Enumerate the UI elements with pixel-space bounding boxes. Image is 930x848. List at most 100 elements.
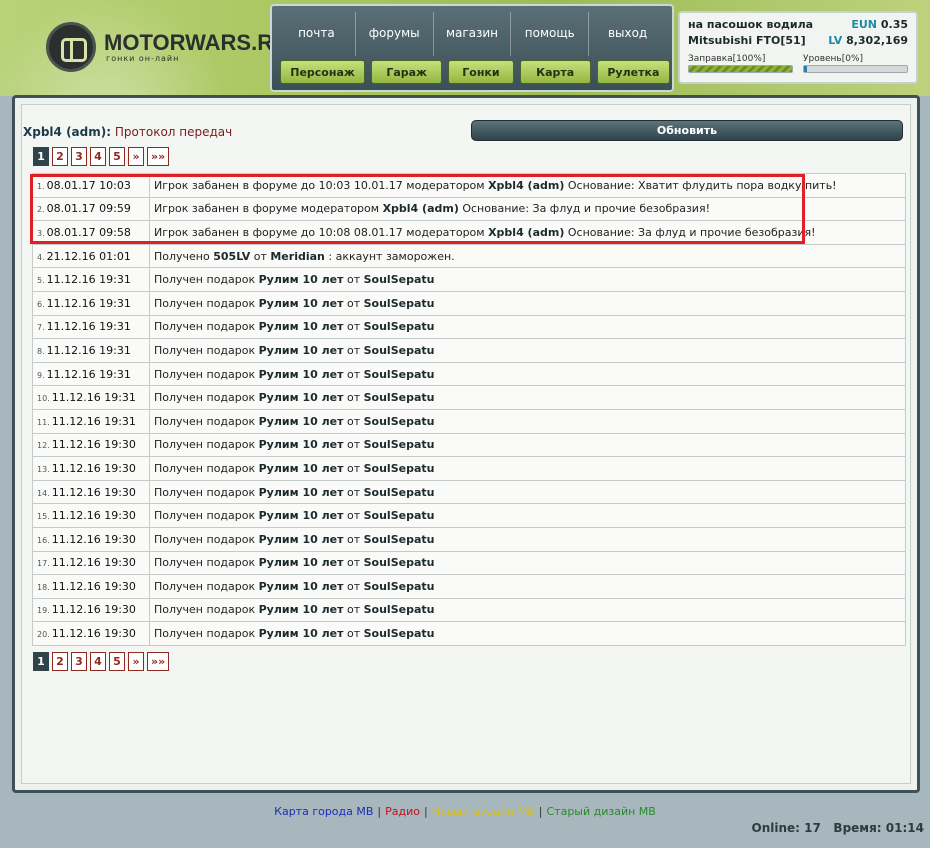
page-3-link[interactable]: 3 <box>71 147 87 166</box>
log-entity[interactable]: SoulSepatu <box>364 533 435 546</box>
player-name[interactable]: на пасошок водила <box>688 18 813 34</box>
log-entity[interactable]: Рулим 10 лет <box>259 533 344 546</box>
menu-forums[interactable]: форумы <box>356 12 434 56</box>
log-entity[interactable]: SoulSepatu <box>364 462 435 475</box>
page-4-link[interactable]: 4 <box>90 652 106 671</box>
menu-logout[interactable]: выход <box>589 12 666 56</box>
log-text: Получено <box>154 249 214 263</box>
table-row: 1. 08.01.17 10:03 Игрок забанен в форуме д… <box>32 173 906 198</box>
row-number: 5. <box>37 276 45 286</box>
log-text: : аккаунт заморожен. <box>324 249 455 263</box>
log-date: 11.12.16 19:30 <box>51 485 136 499</box>
next-page-link[interactable]: » <box>128 147 144 166</box>
log-entity[interactable]: SoulSepatu <box>364 486 435 499</box>
log-message-cell: Получен подарок Рулим 10 лет от SoulSepa… <box>149 385 906 410</box>
log-text: Получен подарок <box>154 343 259 357</box>
time-label: Время: <box>833 821 882 835</box>
page-3-link[interactable]: 3 <box>71 652 87 671</box>
log-date: 08.01.17 10:03 <box>46 178 131 192</box>
log-entity[interactable]: Рулим 10 лет <box>259 556 344 569</box>
log-entity[interactable]: SoulSepatu <box>364 438 435 451</box>
log-entity[interactable]: 505LV <box>213 250 250 263</box>
log-date-cell: 2. 08.01.17 09:59 <box>32 196 150 222</box>
log-date-cell: 9. 11.12.16 19:31 <box>32 361 150 387</box>
page-2-link[interactable]: 2 <box>52 652 68 671</box>
log-entity[interactable]: SoulSepatu <box>364 556 435 569</box>
footer-link-city-map[interactable]: Карта города МВ <box>274 805 373 818</box>
row-number: 10. <box>37 394 50 404</box>
log-entity[interactable]: Рулим 10 лет <box>259 603 344 616</box>
next-page-link[interactable]: » <box>128 652 144 671</box>
log-date-cell: 14. 11.12.16 19:30 <box>32 479 150 505</box>
log-message-cell: Игрок забанен в форуме до 10:08 08.01.17… <box>149 220 906 245</box>
log-entity[interactable]: SoulSepatu <box>364 368 435 381</box>
log-entity[interactable]: Рулим 10 лет <box>259 415 344 428</box>
log-entity[interactable]: Рулим 10 лет <box>259 580 344 593</box>
row-number: 18. <box>37 582 50 592</box>
site-logo[interactable]: MOTORWARS.RU гонки он-лайн <box>46 22 289 72</box>
log-entity[interactable]: SoulSepatu <box>364 627 435 640</box>
footer-link-old-design[interactable]: Старый дизайн МВ <box>546 805 655 818</box>
page-5-link[interactable]: 5 <box>109 652 125 671</box>
lv-value: 8,302,169 <box>846 34 908 47</box>
last-page-link[interactable]: »» <box>147 652 170 671</box>
log-entity[interactable]: Рулим 10 лет <box>259 462 344 475</box>
page-4-link[interactable]: 4 <box>90 147 106 166</box>
row-number: 1. <box>37 181 45 191</box>
log-entity[interactable]: Рулим 10 лет <box>259 627 344 640</box>
races-button[interactable]: Гонки <box>448 60 514 84</box>
log-entity[interactable]: Xpbl4 (adm) <box>383 202 459 215</box>
log-entity[interactable]: Рулим 10 лет <box>259 509 344 522</box>
admin-name[interactable]: Xpbl4 (adm) <box>23 125 106 139</box>
table-row: 9. 11.12.16 19:31 Получен подарок Рулим 10… <box>32 361 906 387</box>
log-entity[interactable]: Рулим 10 лет <box>259 438 344 451</box>
log-entity[interactable]: SoulSepatu <box>364 273 435 286</box>
menu-shop[interactable]: магазин <box>434 12 512 56</box>
log-message-cell: Получен подарок Рулим 10 лет от SoulSepa… <box>149 503 906 528</box>
server-time: 01:14 <box>885 821 924 835</box>
page-1-link[interactable]: 1 <box>33 652 49 671</box>
log-entity[interactable]: Рулим 10 лет <box>259 320 344 333</box>
log-entity[interactable]: SoulSepatu <box>364 603 435 616</box>
log-message-cell: Получен подарок Рулим 10 лет от SoulSepa… <box>149 267 906 292</box>
car-name[interactable]: Mitsubishi FTO[51] <box>688 34 806 50</box>
log-date-cell: 1. 08.01.17 10:03 <box>32 173 150 198</box>
log-entity[interactable]: SoulSepatu <box>364 344 435 357</box>
log-entity[interactable]: SoulSepatu <box>364 415 435 428</box>
logo-title: MOTORWARS.RU <box>104 29 289 55</box>
log-entity[interactable]: Meridian <box>270 250 325 263</box>
garage-button[interactable]: Гараж <box>371 60 443 84</box>
log-entity[interactable]: Xpbl4 (adm) <box>488 179 564 192</box>
log-entity[interactable]: SoulSepatu <box>364 580 435 593</box>
log-entity[interactable]: Рулим 10 лет <box>259 486 344 499</box>
menu-mail[interactable]: почта <box>278 12 356 56</box>
roulette-button[interactable]: Рулетка <box>596 60 670 84</box>
log-entity[interactable]: Рулим 10 лет <box>259 273 344 286</box>
row-number: 12. <box>37 441 50 451</box>
character-button[interactable]: Персонаж <box>280 60 366 84</box>
page-1-link[interactable]: 1 <box>33 147 49 166</box>
log-entity[interactable]: SoulSepatu <box>364 391 435 404</box>
log-text: Получен подарок <box>154 532 259 546</box>
footer-link-new-design[interactable]: Новый дизайн МВ <box>432 805 535 818</box>
logo-emblem-icon <box>46 22 96 72</box>
log-entity[interactable]: Рулим 10 лет <box>259 297 344 310</box>
log-text: Основание: За флуд и прочие безобразия! <box>458 202 710 216</box>
header: MOTORWARS.RU гонки он-лайн почта форумы … <box>0 0 930 96</box>
refresh-button[interactable]: Обновить <box>471 120 903 141</box>
log-entity[interactable]: Рулим 10 лет <box>259 368 344 381</box>
log-entity[interactable]: Xpbl4 (adm) <box>488 226 564 239</box>
log-entity[interactable]: SoulSepatu <box>364 320 435 333</box>
last-page-link[interactable]: »» <box>147 147 170 166</box>
log-entity[interactable]: SoulSepatu <box>364 509 435 522</box>
fuel-bar <box>689 66 792 72</box>
footer-link-radio[interactable]: Радио <box>385 805 420 818</box>
menu-help[interactable]: помощь <box>511 12 590 56</box>
log-date-cell: 10. 11.12.16 19:31 <box>32 385 150 410</box>
page-2-link[interactable]: 2 <box>52 147 68 166</box>
page-5-link[interactable]: 5 <box>109 147 125 166</box>
log-entity[interactable]: SoulSepatu <box>364 297 435 310</box>
log-entity[interactable]: Рулим 10 лет <box>259 344 344 357</box>
map-button[interactable]: Карта <box>519 60 591 84</box>
log-entity[interactable]: Рулим 10 лет <box>259 391 344 404</box>
